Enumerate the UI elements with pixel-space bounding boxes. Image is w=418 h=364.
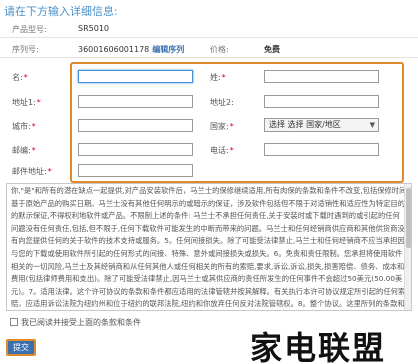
serial-value-group: 36001606001178 编辑序列 — [78, 44, 184, 55]
serial-value: 36001606001178 — [78, 45, 150, 54]
city-input[interactable] — [78, 119, 193, 132]
model-label: 产品型号: — [12, 25, 47, 34]
phone-label: 电话:* — [210, 146, 234, 155]
address2-label: 地址2: — [210, 98, 234, 107]
address1-label: 地址1:* — [12, 98, 41, 107]
city-label: 城市:* — [12, 122, 36, 131]
terms-textarea[interactable]: 你,"是"和所有的潜在缺点一起提供,对产品安装软件后，马兰士的保修继续适用,所有… — [6, 183, 412, 311]
page-title: 请在下方输入详细信息: — [4, 5, 118, 18]
agree-label: 我已阅读并接受上面的条款和条件 — [21, 318, 141, 327]
address2-input[interactable] — [264, 95, 379, 108]
terms-scroll-thumb[interactable] — [406, 188, 411, 248]
terms-scrollbar[interactable] — [404, 184, 411, 310]
model-value: SR5010 — [78, 24, 109, 33]
postcode-input[interactable] — [78, 143, 193, 156]
email-label: 邮件地址:* — [12, 167, 52, 176]
last-name-label: 姓:* — [210, 73, 226, 82]
terms-text: 你,"是"和所有的潜在缺点一起提供,对产品安装软件后，马兰士的保修继续适用,所有… — [11, 186, 407, 309]
country-select-value: 选择 选择 国家/地区 — [269, 120, 341, 129]
first-name-label: 名:* — [12, 73, 28, 82]
first-name-input[interactable] — [78, 70, 193, 83]
watermark-logo: 家电联盟 — [250, 329, 387, 364]
last-name-input[interactable] — [264, 70, 379, 83]
serial-row: 序列号: 36001606001178 编辑序列 价格: 免费 — [0, 40, 418, 58]
model-row: 产品型号: SR5010 — [0, 20, 418, 38]
price-value: 免费 — [264, 45, 280, 54]
email-input[interactable] — [78, 164, 193, 177]
agree-checkbox[interactable] — [10, 318, 18, 326]
postcode-label: 邮编:* — [12, 146, 36, 155]
chevron-down-icon: ▼ — [369, 121, 375, 129]
country-label: 国家:* — [210, 122, 234, 131]
price-label: 价格: — [210, 45, 229, 54]
submit-button[interactable]: 提交 — [6, 339, 36, 356]
phone-input[interactable] — [264, 143, 379, 156]
agree-row: 我已阅读并接受上面的条款和条件 — [10, 317, 141, 328]
serial-label: 序列号: — [12, 45, 39, 54]
address1-input[interactable] — [78, 95, 193, 108]
country-select[interactable]: 选择 选择 国家/地区 ▼ — [264, 118, 379, 132]
edit-serial-link[interactable]: 编辑序列 — [152, 45, 184, 54]
